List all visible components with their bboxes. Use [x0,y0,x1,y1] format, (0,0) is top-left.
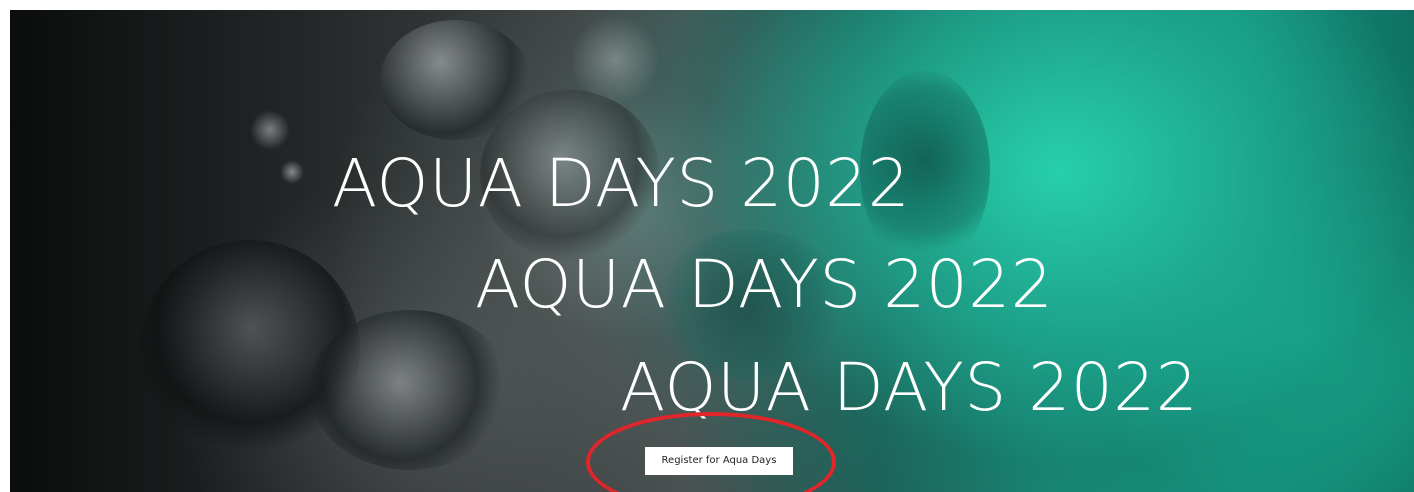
bubble-decoration [570,15,660,105]
headline-line-2: AQUA DAYS 2022 [475,246,1054,323]
headline-line-1: AQUA DAYS 2022 [332,145,911,222]
page: AQUA DAYS 2022 AQUA DAYS 2022 AQUA DAYS … [0,0,1414,492]
hero-banner: AQUA DAYS 2022 AQUA DAYS 2022 AQUA DAYS … [10,10,1414,492]
bubble-decoration [250,110,290,150]
bubble-decoration [310,310,510,470]
bubble-decoration [280,160,304,184]
